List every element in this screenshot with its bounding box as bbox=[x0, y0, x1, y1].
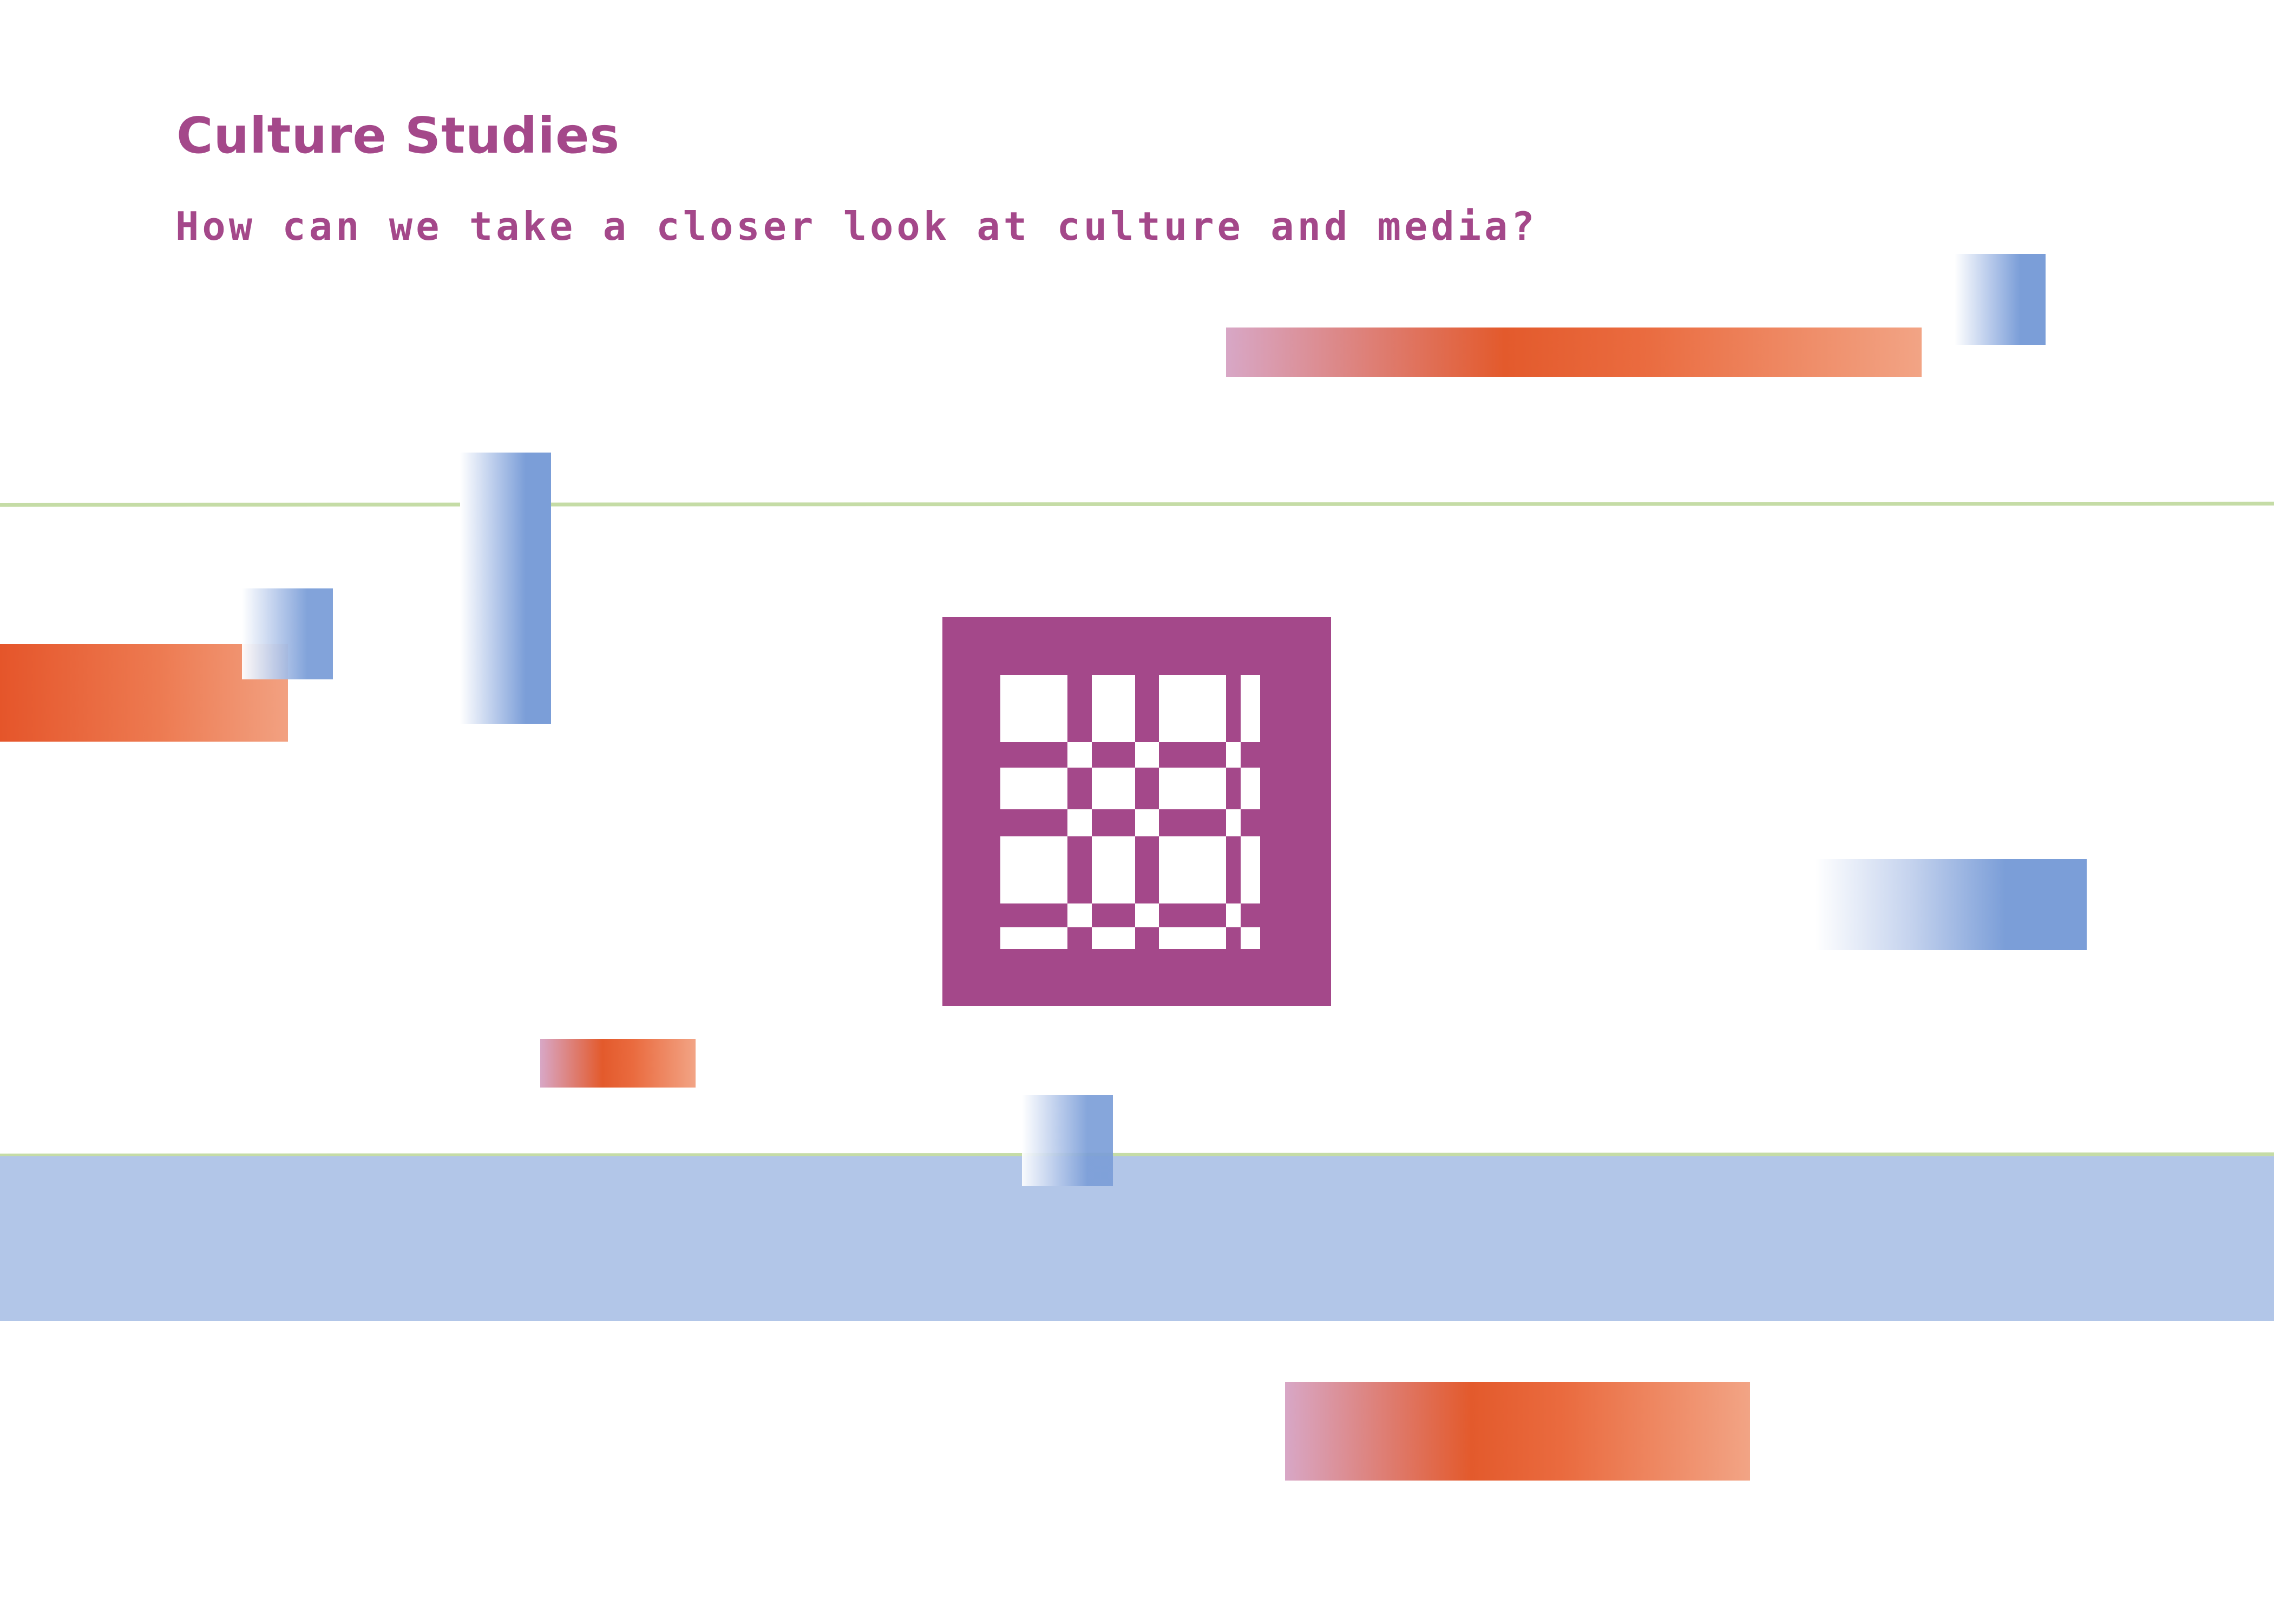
grid-emblem-svg bbox=[942, 617, 1331, 1006]
page-title: Culture Studies bbox=[176, 107, 620, 165]
orange-bar-bottom bbox=[1285, 1382, 1750, 1481]
poster-canvas: Culture Studies How can we take a closer… bbox=[0, 0, 2274, 1624]
blue-bar-right bbox=[1815, 859, 2087, 950]
blue-square-top-right bbox=[1955, 254, 2046, 345]
blue-square-left bbox=[242, 588, 333, 679]
blue-vertical-bar bbox=[460, 453, 551, 724]
top-divider-line bbox=[0, 501, 2274, 507]
blue-square-bottom bbox=[1022, 1095, 1113, 1186]
page-subtitle: How can we take a closer look at culture… bbox=[175, 204, 1538, 249]
blue-band bbox=[0, 1156, 2274, 1321]
grid-emblem-icon bbox=[942, 617, 1331, 1006]
orange-bar-small bbox=[540, 1039, 696, 1088]
orange-bar-top bbox=[1226, 328, 1922, 377]
